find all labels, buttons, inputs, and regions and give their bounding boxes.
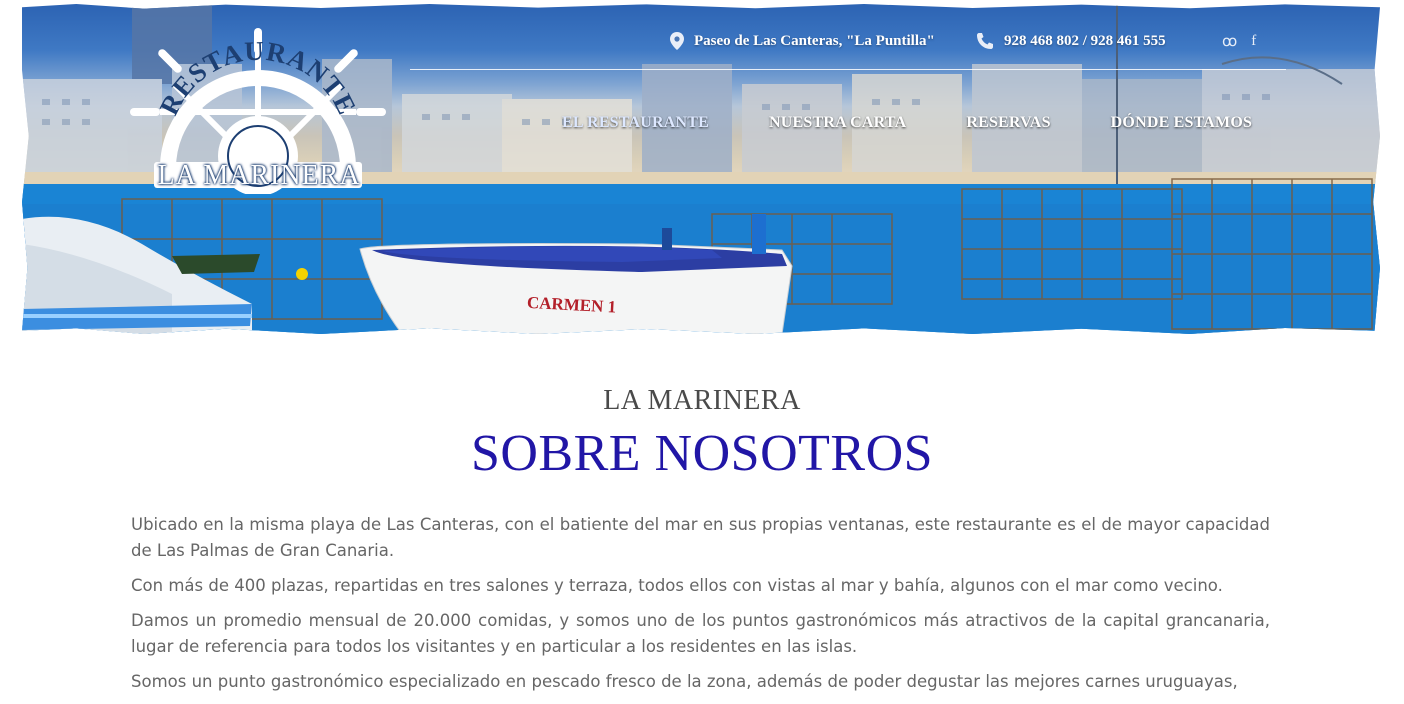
section-subtitle: LA MARINERA bbox=[603, 385, 801, 416]
facebook-icon[interactable]: f bbox=[1251, 33, 1256, 50]
tripadvisor-icon[interactable]: ꝏ bbox=[1222, 32, 1237, 51]
header-divider bbox=[410, 69, 1286, 70]
phone-text: 928 468 802 / 928 461 555 bbox=[1004, 32, 1166, 49]
nav-el-restaurante[interactable]: EL RESTAURANTE bbox=[562, 114, 709, 132]
main-nav: EL RESTAURANTE NUESTRA CARTA RESERVAS DÓ… bbox=[562, 114, 1312, 132]
address-text: Paseo de Las Canteras, "La Puntilla" bbox=[694, 32, 935, 49]
paragraph: Con más de 400 plazas, repartidas en tre… bbox=[131, 576, 1223, 595]
about-text: Ubicado en la misma playa de Las Cantera… bbox=[131, 512, 1270, 704]
phone-icon bbox=[977, 33, 993, 49]
phone-info[interactable]: 928 468 802 / 928 461 555 bbox=[976, 30, 1166, 52]
hero-banner: CARMEN 1 RESTAURANTE LA MARINERA Paseo d… bbox=[22, 4, 1380, 334]
page-title: SOBRE NOSOTROS bbox=[470, 425, 934, 482]
social-links: ꝏ f bbox=[1222, 30, 1256, 52]
map-pin-icon bbox=[670, 32, 684, 50]
address-info[interactable]: Paseo de Las Canteras, "La Puntilla" bbox=[670, 30, 935, 52]
paragraph: Ubicado en la misma playa de Las Cantera… bbox=[131, 515, 1270, 560]
paragraph: Somos un punto gastronómico especializad… bbox=[131, 672, 1238, 691]
nav-nuestra-carta[interactable]: NUESTRA CARTA bbox=[769, 114, 906, 132]
logo-bottom-text: LA MARINERA bbox=[157, 160, 361, 191]
nav-reservas[interactable]: RESERVAS bbox=[966, 114, 1050, 132]
paragraph: Damos un promedio mensual de 20.000 comi… bbox=[131, 611, 1270, 656]
nav-donde-estamos[interactable]: DÓNDE ESTAMOS bbox=[1111, 114, 1252, 132]
